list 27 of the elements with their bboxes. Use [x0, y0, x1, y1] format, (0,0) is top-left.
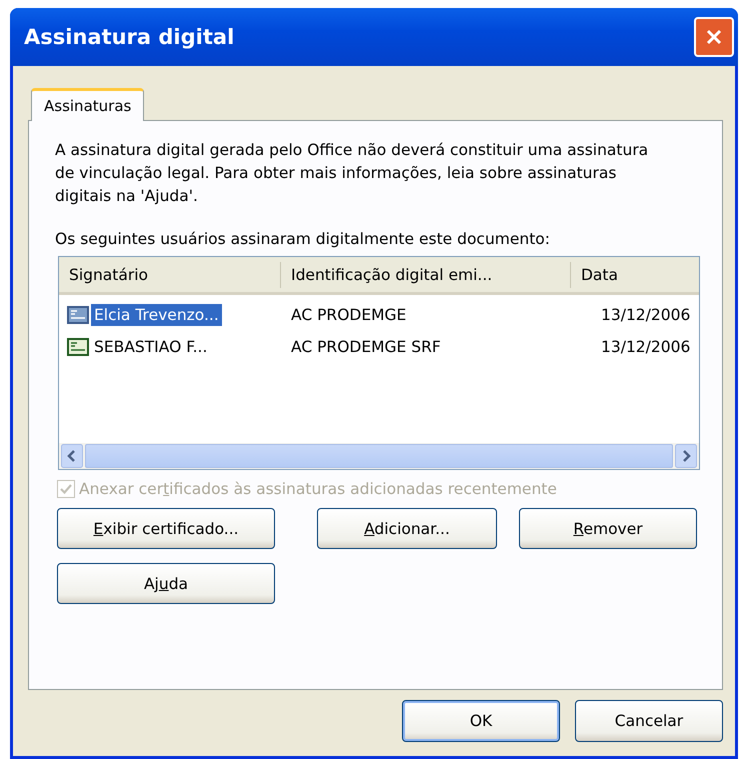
table-cell[interactable]: SEBASTIAO F...: [91, 336, 210, 358]
scroll-left-icon[interactable]: [61, 444, 83, 468]
action-button[interactable]: Exibir certificado...: [57, 508, 275, 549]
dialog-button[interactable]: OK: [402, 700, 560, 742]
action-button[interactable]: Adicionar...: [317, 508, 497, 549]
scroll-thumb[interactable]: [85, 444, 673, 468]
scroll-right-icon[interactable]: [675, 444, 697, 468]
column-header[interactable]: Signatário: [59, 262, 281, 288]
certificate-icon: [67, 306, 89, 324]
table-cell[interactable]: Elcia Trevenzo...: [91, 304, 222, 326]
action-button[interactable]: Remover: [519, 508, 697, 549]
dialog-button[interactable]: Cancelar: [575, 700, 723, 742]
list-label: Os seguintes usuários assinaram digitalmente este documento:: [55, 230, 552, 248]
window-title: Assinatura digital: [24, 25, 234, 49]
close-button[interactable]: [694, 17, 734, 57]
certificate-icon: [67, 338, 89, 356]
table-cell-text: AC PRODEMGE: [290, 306, 408, 324]
column-header[interactable]: Identificação digital emi...: [281, 262, 571, 288]
column-header[interactable]: Data: [571, 262, 699, 288]
table-cell-text: 13/12/2006: [600, 306, 692, 324]
notice-text: A assinatura digital gerada pelo Office não deverá constituir uma assinatura de vinculação legal. Para obter mais informações, leia sobre assinaturas digitais na 'Ajuda'.: [55, 140, 650, 207]
tab[interactable]: Assinaturas: [31, 88, 144, 121]
table-cell-text: 13/12/2006: [600, 338, 692, 356]
action-button[interactable]: Ajuda: [57, 563, 275, 604]
horizontal-scrollbar[interactable]: [59, 443, 699, 469]
table-cell-text: AC PRODEMGE SRF: [290, 338, 442, 356]
checkbox-label: Anexar certificados às assinaturas adicionadas recentemente: [79, 480, 557, 498]
